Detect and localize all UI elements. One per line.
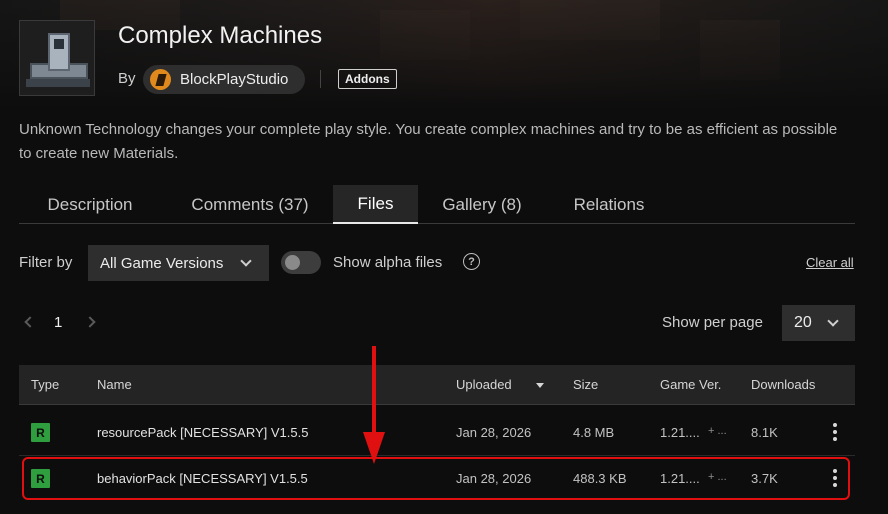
question-circle-icon[interactable]: ? [463,253,480,270]
author-link[interactable]: BlockPlayStudio [143,65,305,94]
author-name: BlockPlayStudio [180,71,289,88]
tab-comments[interactable]: Comments (37) [171,185,329,224]
files-table-header: Type Name Uploaded Size Game Ver. Downlo… [19,365,855,405]
caret-down-icon[interactable] [536,383,544,388]
per-page-select[interactable]: 20 [782,305,855,341]
tab-relations[interactable]: Relations [553,185,665,224]
annotation-arrow [372,346,376,436]
file-name[interactable]: resourcePack [NECESSARY] V1.5.5 [97,425,308,440]
highlight-box [22,457,850,500]
col-uploaded[interactable]: Uploaded [456,377,512,392]
tab-gallery[interactable]: Gallery (8) [429,185,535,224]
author-avatar [150,69,171,90]
per-page-value: 20 [794,314,812,331]
kebab-menu-icon[interactable] [833,423,837,443]
show-alpha-label: Show alpha files [333,254,443,271]
file-game-ver: 1.21.... [660,425,700,440]
annotation-arrow-head [363,432,385,464]
filter-by-label: Filter by [19,254,73,271]
chevron-right-icon[interactable] [84,316,96,328]
show-alpha-toggle[interactable] [281,251,321,274]
project-thumbnail [19,20,95,96]
project-title: Complex Machines [118,22,323,49]
tab-description[interactable]: Description [19,185,161,224]
tab-files[interactable]: Files [333,185,418,224]
file-uploaded: Jan 28, 2026 [456,425,532,440]
col-name[interactable]: Name [97,377,132,392]
game-version-select[interactable]: All Game Versions [88,245,269,281]
col-size[interactable]: Size [573,377,598,392]
clear-all-link[interactable]: Clear all [806,255,854,270]
project-tabs: Description Comments (37) Files Gallery … [19,185,855,224]
chevron-left-icon[interactable] [24,316,36,328]
by-label: By [118,70,136,87]
file-size: 4.8 MB [573,425,615,440]
chevron-down-icon [827,315,839,327]
file-downloads: 8.1K [751,425,778,440]
header-banner [0,0,888,110]
table-row[interactable]: R resourcePack [NECESSARY] V1.5.5 Jan 28… [19,410,855,456]
category-badge[interactable]: Addons [338,69,397,89]
project-summary: Unknown Technology changes your complete… [19,121,838,162]
col-downloads[interactable]: Downloads [751,377,815,392]
col-type: Type [31,377,60,392]
file-game-ver-more[interactable]: + ... [708,425,727,437]
col-game-ver: Game Ver. [660,377,722,392]
game-version-value: All Game Versions [100,254,224,272]
release-badge: R [31,423,50,442]
per-page-label: Show per page [662,314,763,331]
chevron-down-icon [240,255,252,267]
page-number[interactable]: 1 [54,314,62,331]
divider [320,70,321,88]
